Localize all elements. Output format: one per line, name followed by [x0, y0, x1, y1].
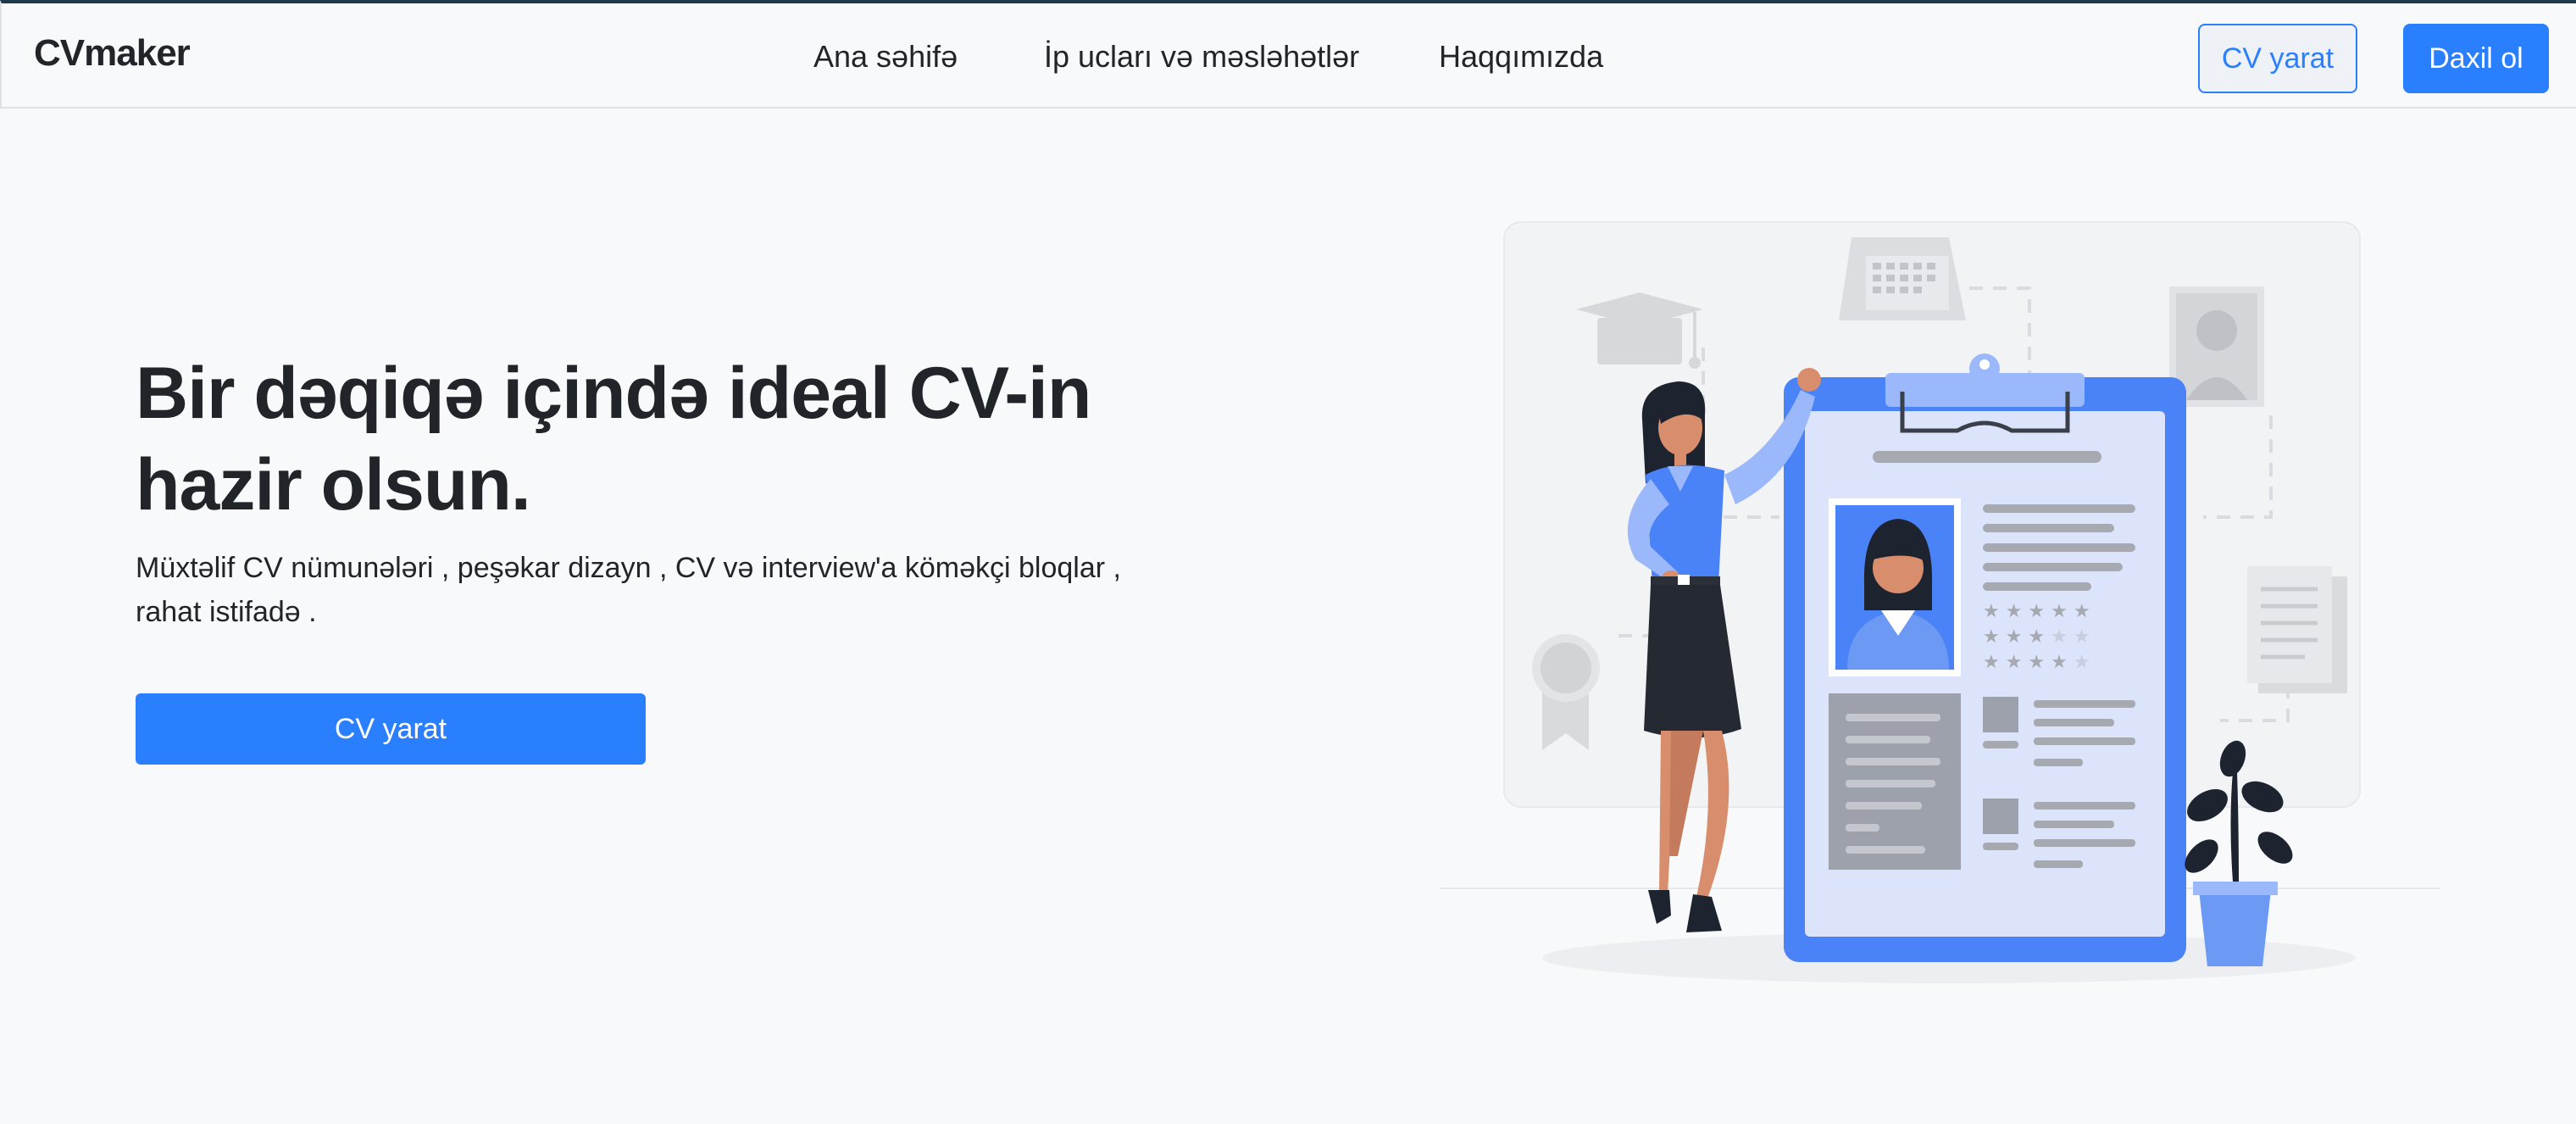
svg-text:★ ★ ★ ★ ★: ★ ★ ★ ★ ★ — [1983, 626, 2090, 648]
svg-text:★ ★ ★ ★ ★: ★ ★ ★ ★ ★ — [1983, 652, 2090, 673]
nav-about[interactable]: Haqqımızda — [1439, 39, 1603, 75]
clipboard-icon: ★ ★ ★ ★ ★ ★ ★ ★ ★ ★ ★ ★ ★ ★ ★ — [1784, 353, 2186, 962]
hero-subtitle-line2: rahat istifadə . — [136, 596, 317, 628]
hero-title: Bir dəqiqə içində ideal CV-in hazir olsu… — [136, 348, 1237, 531]
navbar: CVmaker Ana səhifə İp ucları və məsləhət… — [0, 0, 2576, 109]
hero-subtitle-line1: Müxtəlif CV nümunələri , peşəkar dizayn … — [136, 552, 1121, 584]
hero-title-line2: hazir olsun. — [136, 444, 531, 526]
login-button[interactable]: Daxil ol — [2403, 24, 2549, 93]
hero-subtitle: Müxtəlif CV nümunələri , peşəkar dizayn … — [136, 546, 1186, 634]
brand-logo[interactable]: CVmaker — [34, 32, 191, 75]
nav-home[interactable]: Ana səhifə — [813, 39, 958, 75]
create-cv-button-hero[interactable]: CV yarat — [136, 693, 646, 765]
create-cv-button-header[interactable]: CV yarat — [2198, 24, 2357, 93]
documents-icon — [2247, 566, 2347, 693]
woman-with-cv-clipboard-illustration: ★ ★ ★ ★ ★ ★ ★ ★ ★ ★ ★ ★ ★ ★ ★ — [1441, 221, 2440, 983]
hero-title-line1: Bir dəqiqə içində ideal CV-in — [136, 353, 1091, 434]
nav-tips[interactable]: İp ucları və məsləhətlər — [1044, 39, 1359, 75]
svg-text:★ ★ ★ ★ ★: ★ ★ ★ ★ ★ — [1983, 601, 2090, 622]
calendar-icon — [1839, 237, 1966, 320]
